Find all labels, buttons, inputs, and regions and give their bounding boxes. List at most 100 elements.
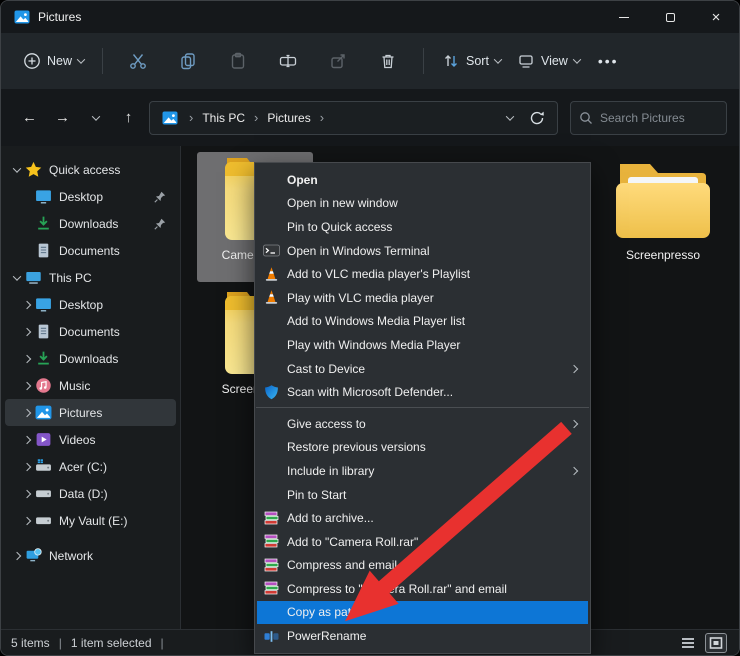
sidebar-item-pictures[interactable]: Pictures: [5, 399, 176, 426]
maximize-icon: [666, 13, 675, 22]
breadcrumb-this-pc[interactable]: This PC: [200, 109, 247, 127]
share-icon: [328, 51, 348, 71]
sidebar-item-desktop[interactable]: Desktop: [5, 291, 176, 318]
back-button[interactable]: ←: [13, 102, 46, 134]
sidebar-item-desktop-qa[interactable]: Desktop: [5, 183, 176, 210]
network-icon: [25, 547, 42, 564]
up-button[interactable]: ↑: [112, 102, 145, 134]
new-button[interactable]: New: [15, 46, 92, 76]
menu-item-open-in-windows-terminal[interactable]: Open in Windows Terminal: [255, 239, 590, 263]
search-input[interactable]: [600, 111, 718, 125]
menu-item-play-with-wmp[interactable]: Play with Windows Media Player: [255, 333, 590, 357]
share-button[interactable]: [318, 46, 358, 76]
delete-button[interactable]: [368, 46, 408, 76]
chevron-right-icon[interactable]: [23, 462, 31, 470]
minimize-button[interactable]: [601, 1, 647, 33]
menu-item-give-access-to[interactable]: Give access to: [255, 412, 590, 436]
sidebar-item-drive-d[interactable]: Data (D:): [5, 480, 176, 507]
cut-button[interactable]: [118, 46, 158, 76]
breadcrumb[interactable]: › This PC › Pictures ›: [149, 101, 558, 135]
sidebar-item-documents[interactable]: Documents: [5, 318, 176, 345]
menu-item-copy-as-path[interactable]: Copy as path: [257, 601, 588, 625]
sidebar-item-quick-access[interactable]: Quick access: [5, 156, 176, 183]
chevron-right-icon[interactable]: [23, 327, 31, 335]
copy-icon: [178, 51, 198, 71]
details-view-icon: [681, 637, 695, 649]
menu-item-scan-with-defender[interactable]: Scan with Microsoft Defender...: [255, 380, 590, 404]
menu-item-powerrename[interactable]: PowerRename: [255, 624, 590, 648]
menu-item-add-to-archive[interactable]: Add to archive...: [255, 506, 590, 530]
chevron-right-icon[interactable]: [23, 435, 31, 443]
menu-item-play-with-vlc[interactable]: Play with VLC media player: [255, 286, 590, 310]
winrar-icon: [263, 580, 280, 597]
defender-shield-icon: [263, 384, 280, 401]
sort-label: Sort: [466, 54, 489, 68]
see-more-button[interactable]: •••: [588, 53, 629, 69]
menu-item-open[interactable]: Open: [255, 168, 590, 192]
chevron-right-icon[interactable]: [13, 551, 21, 559]
menu-item-compress-to-rar-and-email[interactable]: Compress to "Camera Roll.rar" and email: [255, 577, 590, 601]
copy-button[interactable]: [168, 46, 208, 76]
chevron-right-icon[interactable]: [23, 300, 31, 308]
sidebar-item-network[interactable]: Network: [5, 542, 176, 569]
menu-item-add-to-vlc-playlist[interactable]: Add to VLC media player's Playlist: [255, 262, 590, 286]
sidebar-item-this-pc[interactable]: This PC: [5, 264, 176, 291]
menu-item-cast-to-device[interactable]: Cast to Device: [255, 357, 590, 381]
chevron-down-icon: [13, 164, 21, 172]
chevron-right-icon[interactable]: [23, 354, 31, 362]
folder-label: Screenpresso: [626, 248, 700, 262]
winrar-icon: [263, 533, 280, 550]
menu-item-add-to-wmp-list[interactable]: Add to Windows Media Player list: [255, 310, 590, 334]
sidebar-item-music[interactable]: Music: [5, 372, 176, 399]
chevron-right-icon[interactable]: [23, 516, 31, 524]
address-dropdown-icon[interactable]: [506, 112, 514, 120]
status-separator: |: [161, 636, 164, 650]
windows-terminal-icon: [263, 242, 280, 259]
sidebar-item-videos[interactable]: Videos: [5, 426, 176, 453]
crumb-separator: ›: [320, 110, 324, 125]
menu-item-add-to-camera-roll-rar[interactable]: Add to "Camera Roll.rar": [255, 530, 590, 554]
paste-button[interactable]: [218, 46, 258, 76]
view-icon: [517, 52, 535, 70]
close-button[interactable]: ×: [693, 1, 739, 33]
sidebar-item-downloads[interactable]: Downloads: [5, 345, 176, 372]
breadcrumb-pictures[interactable]: Pictures: [265, 109, 312, 127]
sidebar-item-label: This PC: [49, 271, 92, 285]
menu-item-pin-to-quick-access[interactable]: Pin to Quick access: [255, 215, 590, 239]
minimize-icon: [619, 17, 629, 18]
menu-item-pin-to-start[interactable]: Pin to Start: [255, 483, 590, 507]
search-box[interactable]: [570, 101, 727, 135]
sidebar-item-drive-c[interactable]: Acer (C:): [5, 453, 176, 480]
chevron-right-icon[interactable]: [23, 381, 31, 389]
toolbar-separator: [102, 48, 103, 74]
sidebar-item-downloads-qa[interactable]: Downloads: [5, 210, 176, 237]
menu-item-include-in-library[interactable]: Include in library: [255, 459, 590, 483]
view-button[interactable]: View: [509, 46, 588, 76]
pictures-icon: [35, 404, 52, 421]
maximize-button[interactable]: [647, 1, 693, 33]
sidebar-item-label: Quick access: [49, 163, 120, 177]
chevron-right-icon[interactable]: [23, 408, 31, 416]
sidebar-item-documents-qa[interactable]: Documents: [5, 237, 176, 264]
menu-item-restore-previous-versions[interactable]: Restore previous versions: [255, 436, 590, 460]
pin-icon: [154, 191, 166, 203]
winrar-icon: [263, 557, 280, 574]
forward-button[interactable]: →: [46, 102, 79, 134]
vlc-icon: [263, 289, 280, 306]
refresh-button[interactable]: [529, 110, 545, 126]
chevron-right-icon[interactable]: [23, 489, 31, 497]
rename-button[interactable]: [268, 46, 308, 76]
sidebar-item-drive-e[interactable]: My Vault (E:): [5, 507, 176, 534]
sidebar-item-label: Pictures: [59, 406, 102, 420]
sort-button[interactable]: Sort: [434, 46, 509, 76]
menu-item-open-in-new-window[interactable]: Open in new window: [255, 192, 590, 216]
videos-icon: [35, 431, 52, 448]
details-view-button[interactable]: [677, 633, 699, 653]
navigation-pane: Quick access Desktop Downloads Documents: [1, 146, 181, 629]
folder-screenpresso[interactable]: Screenpresso: [605, 156, 721, 286]
menu-item-compress-and-email[interactable]: Compress and email...: [255, 554, 590, 578]
vlc-icon: [263, 266, 280, 283]
paste-icon: [228, 51, 248, 71]
recent-locations-button[interactable]: [79, 102, 112, 134]
large-icons-view-button[interactable]: [705, 633, 727, 653]
